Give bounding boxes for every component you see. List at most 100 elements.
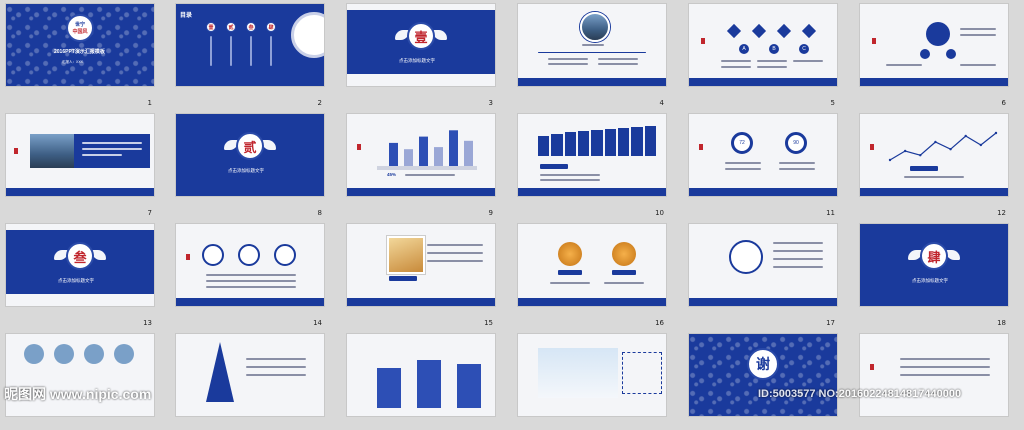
slide-10[interactable]: 10 [518, 114, 666, 217]
bar-6 [464, 140, 473, 166]
slide-1-thumb[interactable]: 世宁 中国风 2016PPT演示汇报模板 汇报人：XXX [6, 4, 154, 86]
slide-17-thumb[interactable] [689, 224, 837, 306]
badge-top: 世宁 [74, 22, 85, 28]
slide-15-thumb[interactable] [347, 224, 495, 306]
slide-12-thumb[interactable] [860, 114, 1008, 196]
slide-24[interactable] [860, 334, 1008, 430]
slide-22-thumb[interactable] [518, 334, 666, 416]
slide-21-thumb[interactable] [347, 334, 495, 416]
slide-17[interactable]: 17 [689, 224, 837, 327]
toc-item-1: 壹 [206, 22, 216, 32]
watermark-right: ID:5003577 NO:20160224814817440000 [758, 388, 962, 400]
series-line [889, 132, 997, 161]
slide-10-thumb[interactable] [518, 114, 666, 196]
slide-number: 14 [313, 319, 322, 327]
slide-number: 4 [659, 99, 664, 107]
slide-3-thumb[interactable]: 壹 点击添加标题文字 [347, 4, 495, 86]
slide-number: 3 [488, 99, 493, 107]
slide-5-thumb[interactable]: A B C [689, 4, 837, 86]
point-3 [919, 154, 922, 157]
slide-1[interactable]: 世宁 中国风 2016PPT演示汇报模板 汇报人：XXX 1 [6, 4, 154, 107]
bar-3 [419, 136, 428, 166]
slide-12[interactable]: 12 [860, 114, 1008, 217]
slide-16[interactable]: 16 [518, 224, 666, 327]
slide-20[interactable] [176, 334, 324, 430]
slide-3[interactable]: 壹 点击添加标题文字 3 [347, 4, 495, 107]
point-5 [949, 148, 952, 151]
point-2 [903, 149, 907, 153]
slide-13[interactable]: 叁 点击添加标题文字 13 [6, 224, 154, 327]
slide-2[interactable]: 目录 壹 贰 叁 肆 2 [176, 4, 324, 107]
toc-heading: 目录 [180, 13, 193, 19]
slide-number: 16 [655, 319, 664, 327]
slide-7-thumb[interactable] [6, 114, 154, 196]
slide-number: 13 [143, 319, 152, 327]
slide-number: 12 [997, 209, 1006, 217]
slide-22[interactable] [518, 334, 666, 430]
slide-20-thumb[interactable] [176, 334, 324, 416]
section-caption: 点击添加标题文字 [912, 278, 948, 283]
slide-24-thumb[interactable] [860, 334, 1008, 416]
slide-19[interactable] [6, 334, 154, 430]
bar-5 [449, 130, 458, 166]
slide-18-thumb[interactable]: 肆 点击添加标题文字 [860, 224, 1008, 306]
donut-value-1: 72 [739, 140, 745, 146]
slide-2-thumb[interactable]: 目录 壹 贰 叁 肆 [176, 4, 324, 86]
section-caption: 点击添加标题文字 [399, 58, 435, 63]
slide-number: 9 [488, 209, 493, 217]
progress-bars [538, 126, 656, 156]
point-7 [979, 143, 983, 147]
point-6 [964, 134, 967, 138]
bar-chart-9 [389, 130, 473, 166]
bar-4 [434, 147, 443, 166]
slide-4-thumb[interactable] [518, 4, 666, 86]
point-8 [994, 131, 998, 135]
slide-number: 6 [1001, 99, 1006, 107]
thanks-char: 谢 [747, 348, 779, 380]
slide-number: 5 [830, 99, 835, 107]
slide-8-thumb[interactable]: 贰 点击添加标题文字 [176, 114, 324, 196]
slide1-subtitle: 汇报人：XXX [62, 60, 84, 64]
slide-18[interactable]: 肆 点击添加标题文字 18 [860, 224, 1008, 327]
slide-11[interactable]: 72 90 11 [689, 114, 837, 217]
slide-number: 1 [147, 99, 152, 107]
donut-value-2: 90 [793, 140, 799, 146]
slide-23[interactable]: 谢 [689, 334, 837, 430]
section-caption: 点击添加标题文字 [58, 278, 94, 283]
step-b: B [769, 44, 779, 54]
slide-21[interactable] [347, 334, 495, 430]
slide-6-thumb[interactable] [860, 4, 1008, 86]
slide-14-thumb[interactable] [176, 224, 324, 306]
slide1-title: 2016PPT演示汇报模板 [54, 49, 105, 55]
slide-number: 15 [484, 319, 493, 327]
slide-14[interactable]: 14 [176, 224, 324, 327]
slide-9-thumb[interactable]: 45% [347, 114, 495, 196]
section-char: 贰 [236, 132, 264, 160]
slide-number: 2 [317, 99, 322, 107]
slide-8[interactable]: 贰 点击添加标题文字 8 [176, 114, 324, 217]
slide-7[interactable]: 7 [6, 114, 154, 217]
bar-1 [389, 142, 398, 166]
toc-item-4: 肆 [266, 22, 276, 32]
slide-5[interactable]: A B C 5 [689, 4, 837, 107]
toc-item-2: 贰 [226, 22, 236, 32]
slide-number: 18 [997, 319, 1006, 327]
slide-23-thumb[interactable]: 谢 [689, 334, 837, 416]
watermark-left: 昵图网 www.nipic.com [4, 386, 152, 402]
slide-16-thumb[interactable] [518, 224, 666, 306]
slide-9[interactable]: 45% 9 [347, 114, 495, 217]
slide-15[interactable]: 15 [347, 224, 495, 327]
slide-4[interactable]: 4 [518, 4, 666, 107]
slide-13-thumb[interactable]: 叁 点击添加标题文字 [6, 224, 154, 306]
step-c: C [799, 44, 809, 54]
slide-number: 10 [655, 209, 664, 217]
slide-6[interactable]: 6 [860, 4, 1008, 107]
point-4 [934, 140, 937, 144]
slide-11-thumb[interactable]: 72 90 [689, 114, 837, 196]
line-chart-12 [888, 131, 998, 162]
step-a: A [739, 44, 749, 54]
slide-number: 7 [147, 209, 152, 217]
slide-number: 11 [826, 209, 835, 217]
section-char: 肆 [920, 242, 948, 270]
bar-2 [404, 149, 413, 166]
